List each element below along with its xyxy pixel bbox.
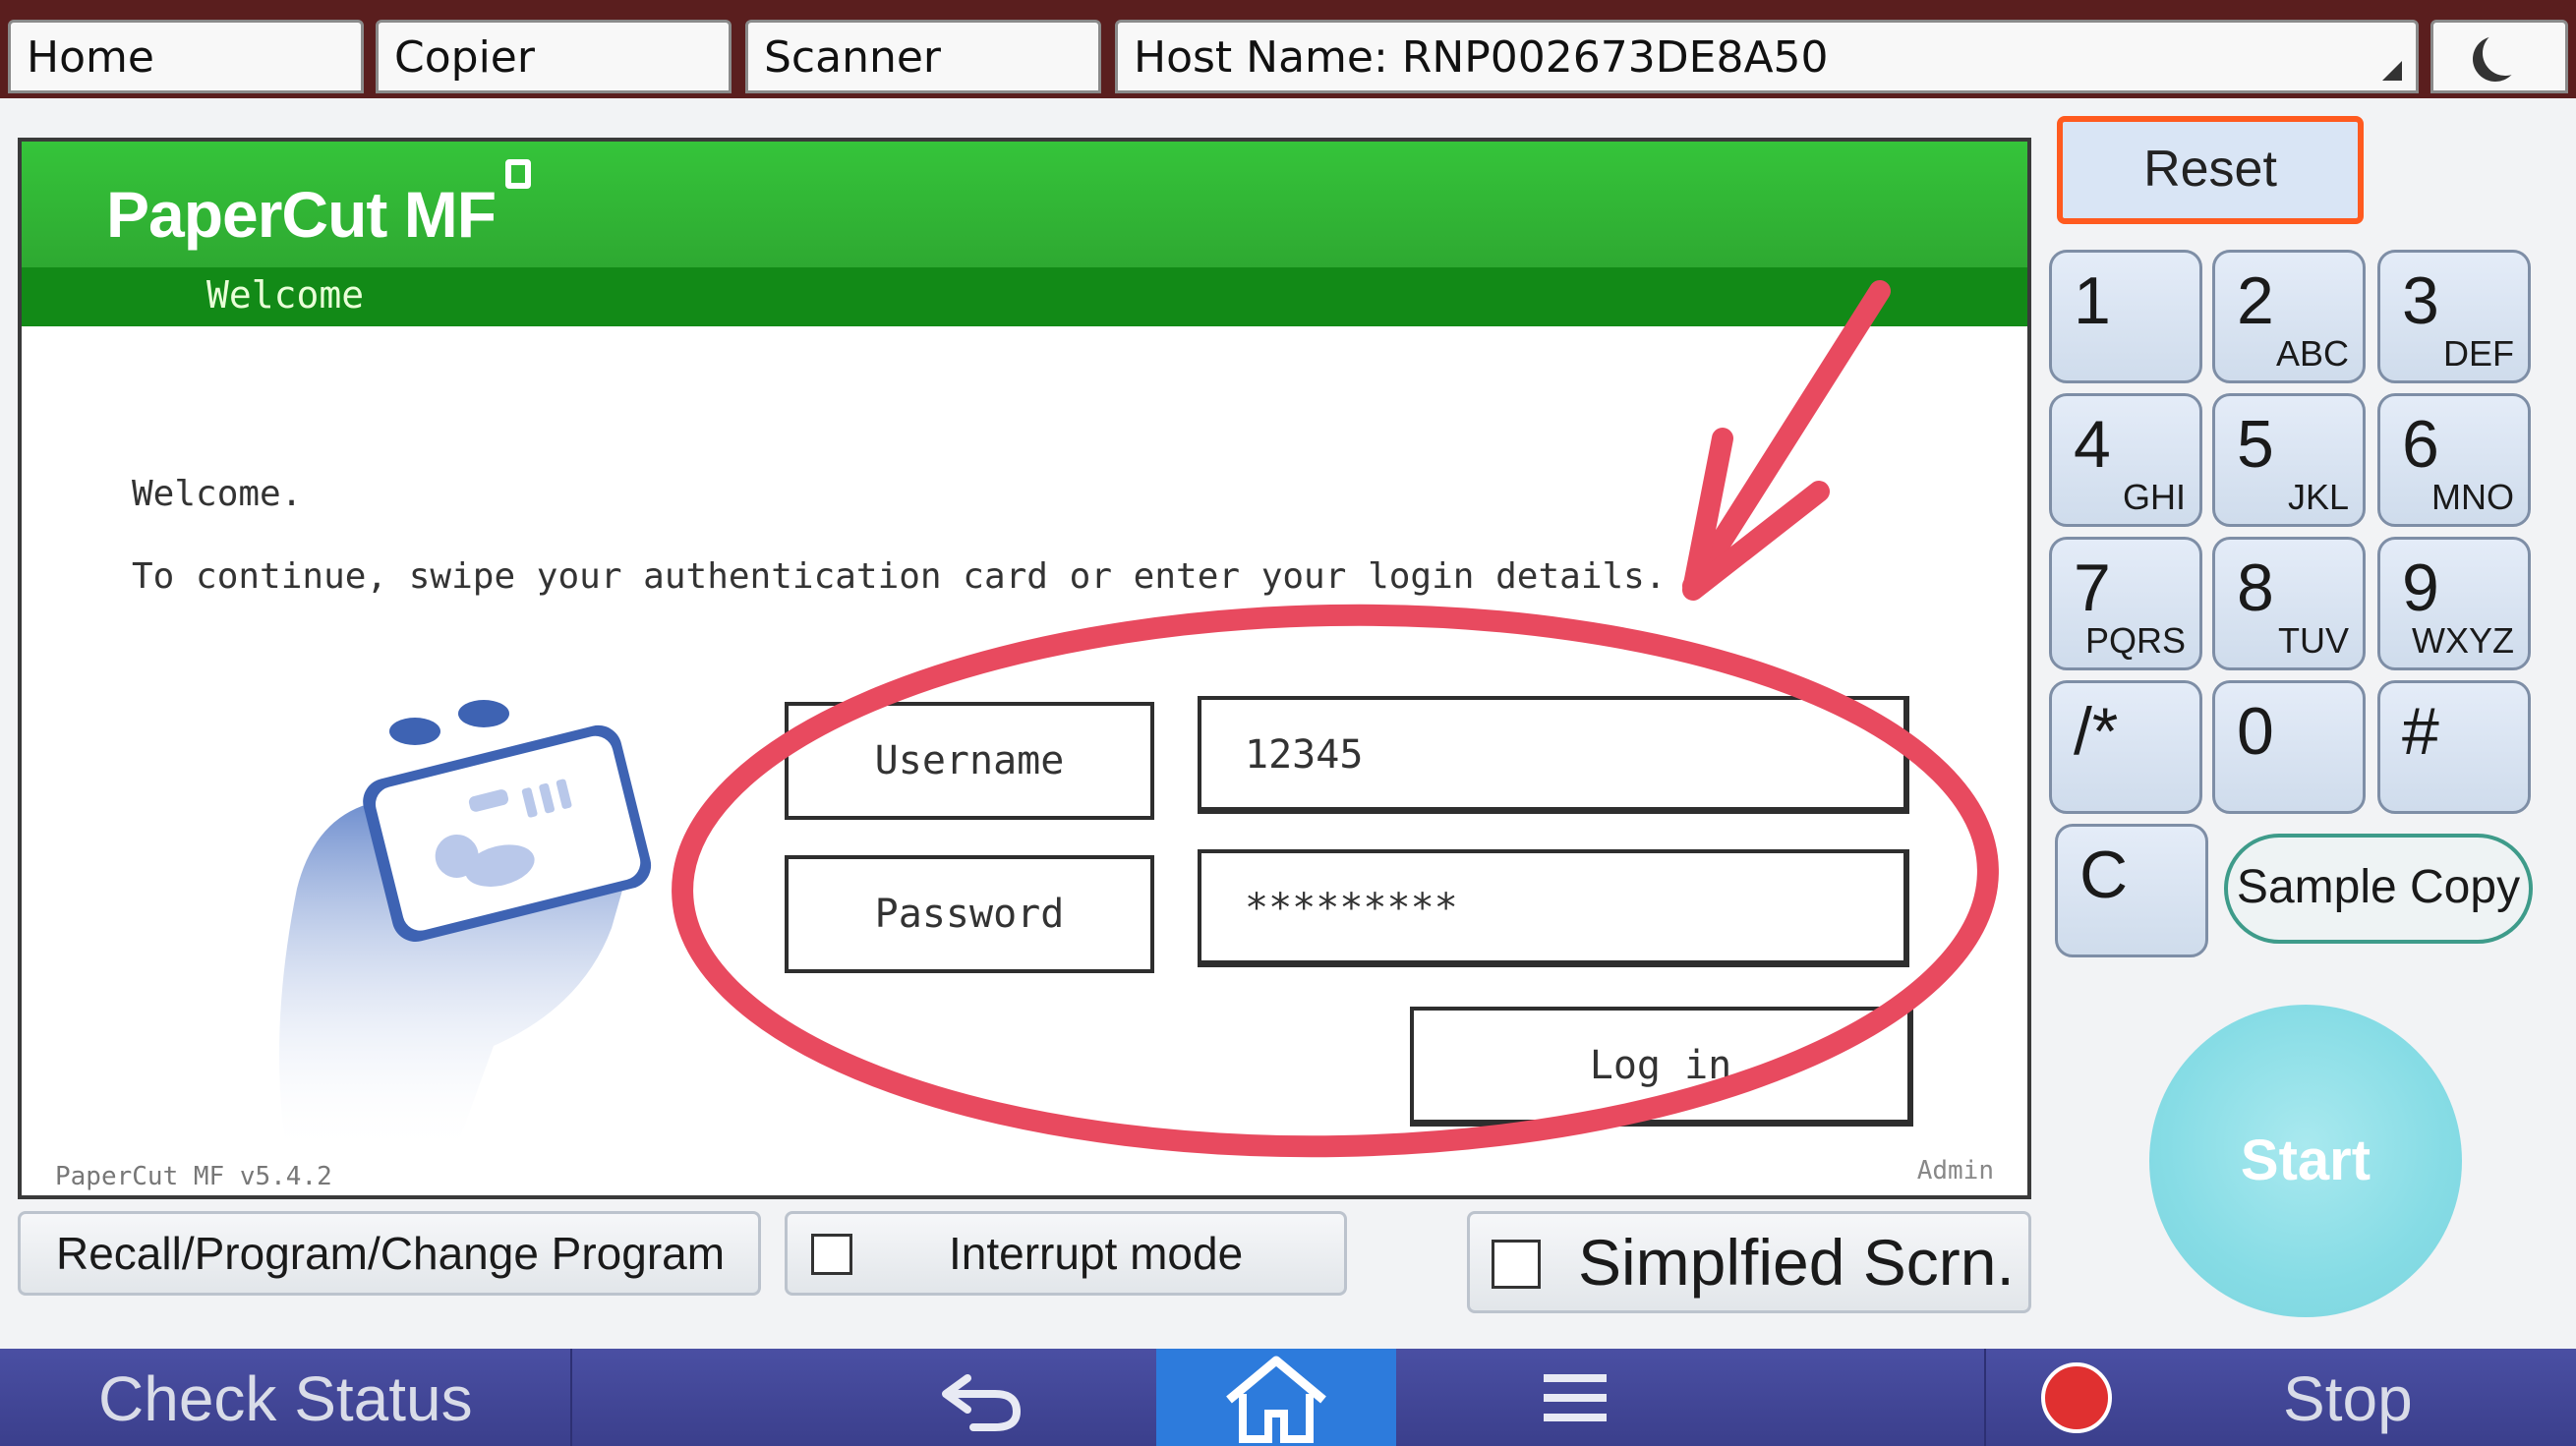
expand-corner-icon	[2382, 61, 2402, 81]
tab-copier-label: Copier	[394, 32, 535, 83]
key-8[interactable]: 8 TUV	[2212, 537, 2366, 670]
key-3-letters: DEF	[2443, 333, 2514, 374]
papercut-logo-mark-icon	[505, 159, 531, 189]
key-7[interactable]: 7 PQRS	[2049, 537, 2202, 670]
papercut-login-panel: PaperCut MF Welcome Welcome. To continue…	[18, 138, 2031, 1199]
check-status-button[interactable]: Check Status	[0, 1349, 572, 1446]
welcome-text: Welcome.	[132, 474, 303, 514]
stop-label: Stop	[2283, 1363, 2413, 1434]
moon-icon	[2483, 30, 2528, 76]
tab-scanner[interactable]: Scanner	[745, 20, 1101, 93]
key-5[interactable]: 5 JKL	[2212, 393, 2366, 527]
key-7-letters: PQRS	[2084, 620, 2186, 661]
simplified-screen-label: Simplfied Scrn.	[1578, 1226, 2015, 1299]
tab-home[interactable]: Home	[8, 20, 364, 93]
top-bar: Home Copier Scanner Host Name: RNP002673…	[0, 0, 2576, 98]
stop-icon	[2041, 1362, 2112, 1433]
host-name-bar[interactable]: Host Name: RNP002673DE8A50	[1115, 20, 2419, 93]
key-9-number: 9	[2402, 550, 2439, 625]
simplified-screen-checkbox[interactable]	[1492, 1240, 1541, 1289]
key-6-letters: MNO	[2431, 477, 2514, 517]
key-0[interactable]: 0	[2212, 680, 2366, 814]
menu-button[interactable]	[1396, 1349, 1986, 1446]
key-4-number: 4	[2074, 407, 2111, 482]
key-clear-label: C	[2079, 838, 2129, 912]
header-welcome: Welcome	[206, 273, 365, 317]
key-3[interactable]: 3 DEF	[2377, 250, 2531, 383]
check-status-label: Check Status	[98, 1363, 473, 1434]
key-3-number: 3	[2402, 263, 2439, 338]
version-text: PaperCut MF v5.4.2	[55, 1162, 332, 1191]
menu-icon	[1544, 1374, 1607, 1421]
instructions-text: To continue, swipe your authentication c…	[132, 556, 1667, 597]
key-9[interactable]: 9 WXYZ	[2377, 537, 2531, 670]
key-4[interactable]: 4 GHI	[2049, 393, 2202, 527]
tab-home-label: Home	[27, 32, 154, 83]
sample-copy-button[interactable]: Sample Copy	[2224, 834, 2533, 944]
back-button[interactable]	[574, 1349, 1156, 1446]
interrupt-mode-button[interactable]: Interrupt mode	[785, 1211, 1347, 1296]
reset-button[interactable]: Reset	[2057, 116, 2364, 224]
password-field[interactable]: *********	[1198, 849, 1909, 967]
panel-header: PaperCut MF Welcome	[22, 142, 2027, 326]
tab-copier[interactable]: Copier	[376, 20, 732, 93]
start-button[interactable]: Start	[2149, 1005, 2462, 1317]
key-4-letters: GHI	[2122, 477, 2186, 517]
key-slash-star[interactable]: /*	[2049, 680, 2202, 814]
key-5-letters: JKL	[2287, 477, 2349, 517]
energy-saver-button[interactable]	[2430, 20, 2568, 93]
simplified-screen-button[interactable]: Simplfied Scrn.	[1467, 1211, 2031, 1313]
host-name-label: Host Name: RNP002673DE8A50	[1134, 32, 1829, 83]
password-label: Password	[785, 855, 1154, 973]
tab-scanner-label: Scanner	[764, 32, 942, 83]
back-arrow-icon	[942, 1374, 1022, 1431]
key-7-number: 7	[2074, 550, 2111, 625]
key-2-letters: ABC	[2275, 333, 2349, 374]
interrupt-mode-checkbox[interactable]	[811, 1234, 852, 1275]
home-button[interactable]	[1156, 1349, 1396, 1446]
recall-program-button[interactable]: Recall/Program/Change Program	[18, 1211, 761, 1296]
admin-link[interactable]: Admin	[1917, 1156, 1994, 1186]
key-1-number: 1	[2074, 263, 2111, 338]
bottom-navbar: Check Status Stop	[0, 1349, 2576, 1446]
card-swipe-illustration-icon	[279, 700, 652, 1154]
stop-button[interactable]: Stop	[1988, 1349, 2576, 1446]
recall-program-label: Recall/Program/Change Program	[56, 1228, 726, 1279]
key-8-number: 8	[2237, 550, 2274, 625]
key-0-number: 0	[2237, 694, 2274, 769]
interrupt-mode-label: Interrupt mode	[949, 1228, 1244, 1279]
key-hash-label: #	[2402, 694, 2439, 769]
key-clear[interactable]: C	[2055, 824, 2208, 957]
key-2-number: 2	[2237, 263, 2274, 338]
username-field[interactable]: 12345	[1198, 696, 1909, 814]
login-button[interactable]: Log in	[1410, 1007, 1913, 1127]
key-hash[interactable]: #	[2377, 680, 2531, 814]
key-1[interactable]: 1	[2049, 250, 2202, 383]
key-9-letters: WXYZ	[2412, 620, 2514, 661]
username-label: Username	[785, 702, 1154, 820]
papercut-logo: PaperCut MF	[106, 178, 497, 251]
key-2[interactable]: 2 ABC	[2212, 250, 2366, 383]
home-icon	[1226, 1356, 1326, 1443]
key-5-number: 5	[2237, 407, 2274, 482]
key-6[interactable]: 6 MNO	[2377, 393, 2531, 527]
key-slash-star-label: /*	[2074, 694, 2119, 769]
key-8-letters: TUV	[2278, 620, 2349, 661]
key-6-number: 6	[2402, 407, 2439, 482]
